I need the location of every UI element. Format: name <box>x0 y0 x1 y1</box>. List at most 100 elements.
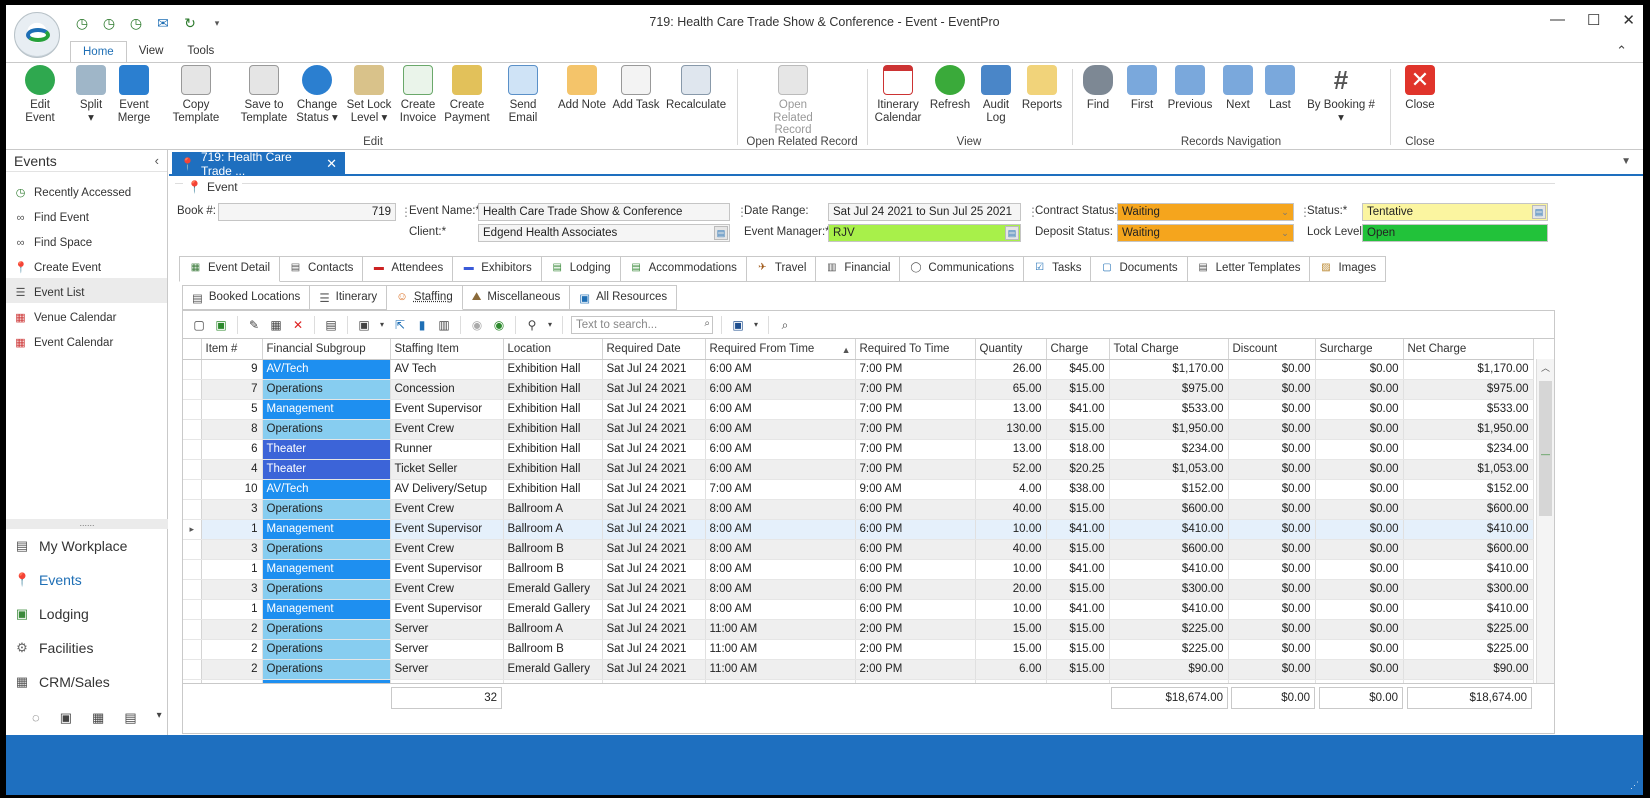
add-note-button[interactable]: Add Note <box>558 65 606 112</box>
row-indicator[interactable] <box>183 479 202 500</box>
table-row[interactable]: 2 Operations Server Emerald Gallery Sat Jul … <box>183 659 1534 680</box>
table-cell[interactable]: $152.00 <box>1403 479 1534 500</box>
chat-icon[interactable]: ◌ <box>32 710 40 726</box>
table-cell[interactable]: 2:00 PM <box>855 619 976 640</box>
table-cell[interactable]: $600.00 <box>1109 539 1229 560</box>
table-cell[interactable]: Runner <box>390 439 504 460</box>
table-cell[interactable]: $1,950.00 <box>1109 419 1229 440</box>
next-button[interactable]: Next <box>1220 65 1256 112</box>
by-booking-button[interactable]: # By Booking # ▾ <box>1302 65 1380 124</box>
nav-item-find-space[interactable]: ∞ Find Space <box>6 228 167 253</box>
table-cell[interactable]: 7:00 PM <box>855 379 976 400</box>
table-cell[interactable]: Exhibition Hall <box>503 399 603 420</box>
table-cell[interactable]: Sat Jul 24 2021 <box>602 399 706 420</box>
table-cell[interactable]: Management <box>262 399 391 420</box>
table-cell[interactable]: 8:00 AM <box>705 579 856 600</box>
delete-icon[interactable]: ✕ <box>290 317 306 333</box>
row-indicator[interactable] <box>183 379 202 400</box>
row-indicator[interactable] <box>183 499 202 520</box>
tab-financial[interactable]: ▥ Financial <box>816 256 901 282</box>
tab-letter-templates[interactable]: ▤ Letter Templates <box>1187 256 1311 282</box>
table-cell[interactable]: Sat Jul 24 2021 <box>602 379 706 400</box>
event-name-field[interactable]: Health Care Trade Show & Conference <box>478 203 730 221</box>
table-cell[interactable]: $1,053.00 <box>1403 459 1534 480</box>
table-cell[interactable]: Sat Jul 24 2021 <box>602 519 706 540</box>
table-cell[interactable]: 6:00 PM <box>855 539 976 560</box>
table-cell[interactable]: Theater <box>262 439 391 460</box>
table-cell[interactable]: Sat Jul 24 2021 <box>602 539 706 560</box>
table-cell[interactable]: $0.00 <box>1315 519 1404 540</box>
table-cell[interactable]: $234.00 <box>1403 439 1534 460</box>
table-cell[interactable]: $0.00 <box>1228 479 1316 500</box>
table-cell[interactable]: 52.00 <box>975 459 1047 480</box>
table-cell[interactable]: $0.00 <box>1228 419 1316 440</box>
table-cell[interactable]: $410.00 <box>1109 519 1229 540</box>
more-modules-icon[interactable]: ▾ <box>157 710 162 726</box>
audit-log-button[interactable]: Audit Log <box>976 65 1016 124</box>
table-cell[interactable]: $15.00 <box>1046 419 1110 440</box>
filter-dropdown-icon[interactable]: ▾ <box>546 317 554 333</box>
table-cell[interactable]: $225.00 <box>1403 639 1534 660</box>
column-header[interactable]: Charge <box>1046 339 1110 360</box>
table-cell[interactable]: $0.00 <box>1315 619 1404 640</box>
table-cell[interactable]: Sat Jul 24 2021 <box>602 459 706 480</box>
table-cell[interactable]: $0.00 <box>1315 359 1404 380</box>
table-cell[interactable]: Ballroom A <box>503 499 603 520</box>
calculator-icon[interactable]: ▦ <box>92 710 104 726</box>
table-cell[interactable]: $45.00 <box>1046 359 1110 380</box>
table-cell[interactable]: Exhibition Hall <box>503 479 603 500</box>
table-cell[interactable]: Sat Jul 24 2021 <box>602 359 706 380</box>
copy-dropdown-icon[interactable]: ▾ <box>378 317 386 333</box>
refresh-button[interactable]: Refresh <box>928 65 972 112</box>
row-indicator[interactable]: ▸ <box>183 519 202 540</box>
tab-attendees[interactable]: ▬ Attendees <box>363 256 454 282</box>
table-cell[interactable]: $1,170.00 <box>1109 359 1229 380</box>
table-cell[interactable]: 6:00 AM <box>705 379 856 400</box>
table-cell[interactable]: Event Crew <box>390 579 504 600</box>
save-to-template-button[interactable]: Save to Template <box>240 65 288 124</box>
tab-tools[interactable]: Tools <box>175 41 226 63</box>
subtab-itinerary[interactable]: ☰ Itinerary <box>310 285 388 310</box>
table-cell[interactable]: Theater <box>262 459 391 480</box>
nav-item-find-event[interactable]: ∞ Find Event <box>6 203 167 228</box>
last-button[interactable]: Last <box>1262 65 1298 112</box>
table-cell[interactable]: $600.00 <box>1403 499 1534 520</box>
table-cell[interactable]: 10 <box>201 479 263 500</box>
move-icon[interactable]: ⇱ <box>392 317 408 333</box>
table-cell[interactable]: 1 <box>201 559 263 580</box>
table-cell[interactable]: $975.00 <box>1109 379 1229 400</box>
add-task-button[interactable]: Add Task <box>612 65 660 112</box>
filter-icon[interactable]: ⚲ <box>524 317 540 333</box>
table-cell[interactable]: Sat Jul 24 2021 <box>602 599 706 620</box>
maximize-button[interactable]: ☐ <box>1587 11 1600 29</box>
task-icon[interactable]: ▣ <box>60 710 72 726</box>
table-cell[interactable]: 7:00 PM <box>855 439 976 460</box>
table-row[interactable]: 2 Operations Server Ballroom B Sat Jul 24 20… <box>183 639 1534 660</box>
table-cell[interactable]: 4 <box>201 459 263 480</box>
table-cell[interactable]: $225.00 <box>1403 619 1534 640</box>
table-cell[interactable]: 2:00 PM <box>855 659 976 680</box>
edit-grid-icon[interactable]: ▦ <box>268 317 284 333</box>
table-cell[interactable]: 8:00 AM <box>705 519 856 540</box>
split-button[interactable]: Split ▾ <box>74 65 108 124</box>
table-cell[interactable]: $15.00 <box>1046 639 1110 660</box>
date-range-field[interactable]: Sat Jul 24 2021 to Sun Jul 25 2021 <box>828 203 1021 221</box>
table-cell[interactable]: $0.00 <box>1315 419 1404 440</box>
columns-icon[interactable]: ▥ <box>436 317 452 333</box>
table-cell[interactable]: 15.00 <box>975 619 1047 640</box>
module-crm-sales[interactable]: ▦ CRM/Sales <box>14 665 110 699</box>
tab-view[interactable]: View <box>127 41 176 63</box>
table-cell[interactable]: $225.00 <box>1109 619 1229 640</box>
table-cell[interactable]: $0.00 <box>1315 599 1404 620</box>
itinerary-calendar-button[interactable]: Itinerary Calendar <box>874 65 922 124</box>
row-indicator[interactable] <box>183 419 202 440</box>
table-cell[interactable]: Sat Jul 24 2021 <box>602 659 706 680</box>
nav-splitter[interactable]: ...... <box>6 519 168 529</box>
tab-home[interactable]: Home <box>70 41 127 63</box>
row-indicator[interactable] <box>183 459 202 480</box>
table-cell[interactable]: Exhibition Hall <box>503 419 603 440</box>
table-cell[interactable]: $15.00 <box>1046 579 1110 600</box>
table-cell[interactable]: $533.00 <box>1403 399 1534 420</box>
table-cell[interactable]: 11:00 AM <box>705 639 856 660</box>
client-lookup-icon[interactable]: ▤ <box>714 226 728 240</box>
